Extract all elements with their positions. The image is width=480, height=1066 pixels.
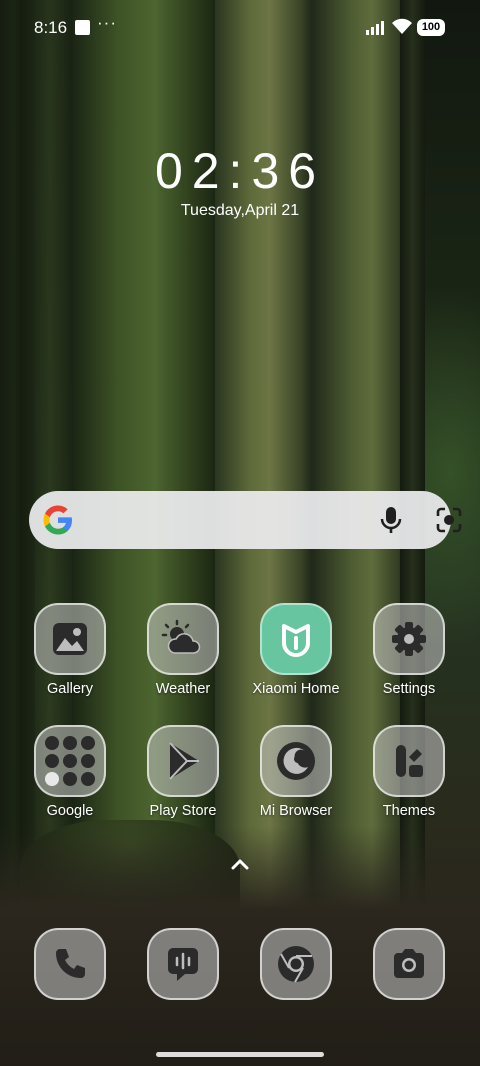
themes-icon <box>373 725 445 797</box>
chrome-icon <box>260 928 332 1000</box>
app-label: Themes <box>382 803 436 819</box>
clock-date[interactable]: Tuesday,April 21 <box>0 202 480 220</box>
wifi-icon <box>392 18 412 34</box>
app-label: Mi Browser <box>259 803 333 819</box>
dock-phone[interactable] <box>15 928 125 1000</box>
battery-icon: 100 <box>417 19 445 36</box>
app-label: Weather <box>155 681 211 697</box>
signal-icon <box>366 21 384 35</box>
app-drawer-chevron-icon[interactable] <box>230 858 250 870</box>
app-xiaomi-home[interactable]: Xiaomi Home <box>241 603 351 697</box>
camera-icon <box>373 928 445 1000</box>
dock-messages[interactable] <box>128 928 238 1000</box>
google-folder-icon <box>34 725 106 797</box>
app-settings[interactable]: Settings <box>354 603 464 697</box>
overflow-dots: ··· <box>97 13 117 32</box>
app-label: Play Store <box>149 803 217 819</box>
messages-icon <box>147 928 219 1000</box>
lens-icon[interactable] <box>435 506 463 534</box>
gesture-nav-bar[interactable] <box>156 1052 324 1057</box>
app-label: Google <box>46 803 94 819</box>
clock-time[interactable]: 02:36 <box>0 142 480 200</box>
app-themes[interactable]: Themes <box>354 725 464 819</box>
app-label: Gallery <box>47 681 93 697</box>
gear-icon <box>373 603 445 675</box>
app-mi-browser[interactable]: Mi Browser <box>241 725 351 819</box>
phone-icon <box>34 928 106 1000</box>
app-weather[interactable]: Weather <box>128 603 238 697</box>
google-logo <box>43 505 72 535</box>
play-store-icon <box>147 725 219 797</box>
google-search-bar[interactable] <box>29 491 462 549</box>
weather-icon <box>147 603 219 675</box>
app-label: Settings <box>382 681 436 697</box>
mic-icon[interactable] <box>378 506 404 534</box>
app-google-folder[interactable]: Google <box>15 725 125 819</box>
dock-camera[interactable] <box>354 928 464 1000</box>
xiaomi-home-icon <box>260 603 332 675</box>
status-time: 8:16 <box>34 18 68 37</box>
app-gallery[interactable]: Gallery <box>15 603 125 697</box>
gallery-icon <box>34 603 106 675</box>
app-label: Xiaomi Home <box>252 681 340 697</box>
app-play-store[interactable]: Play Store <box>128 725 238 819</box>
browser-icon <box>260 725 332 797</box>
dock-chrome[interactable] <box>241 928 351 1000</box>
notification-square-icon <box>75 20 90 35</box>
status-bar: 8:16 ··· 100 <box>0 0 480 56</box>
